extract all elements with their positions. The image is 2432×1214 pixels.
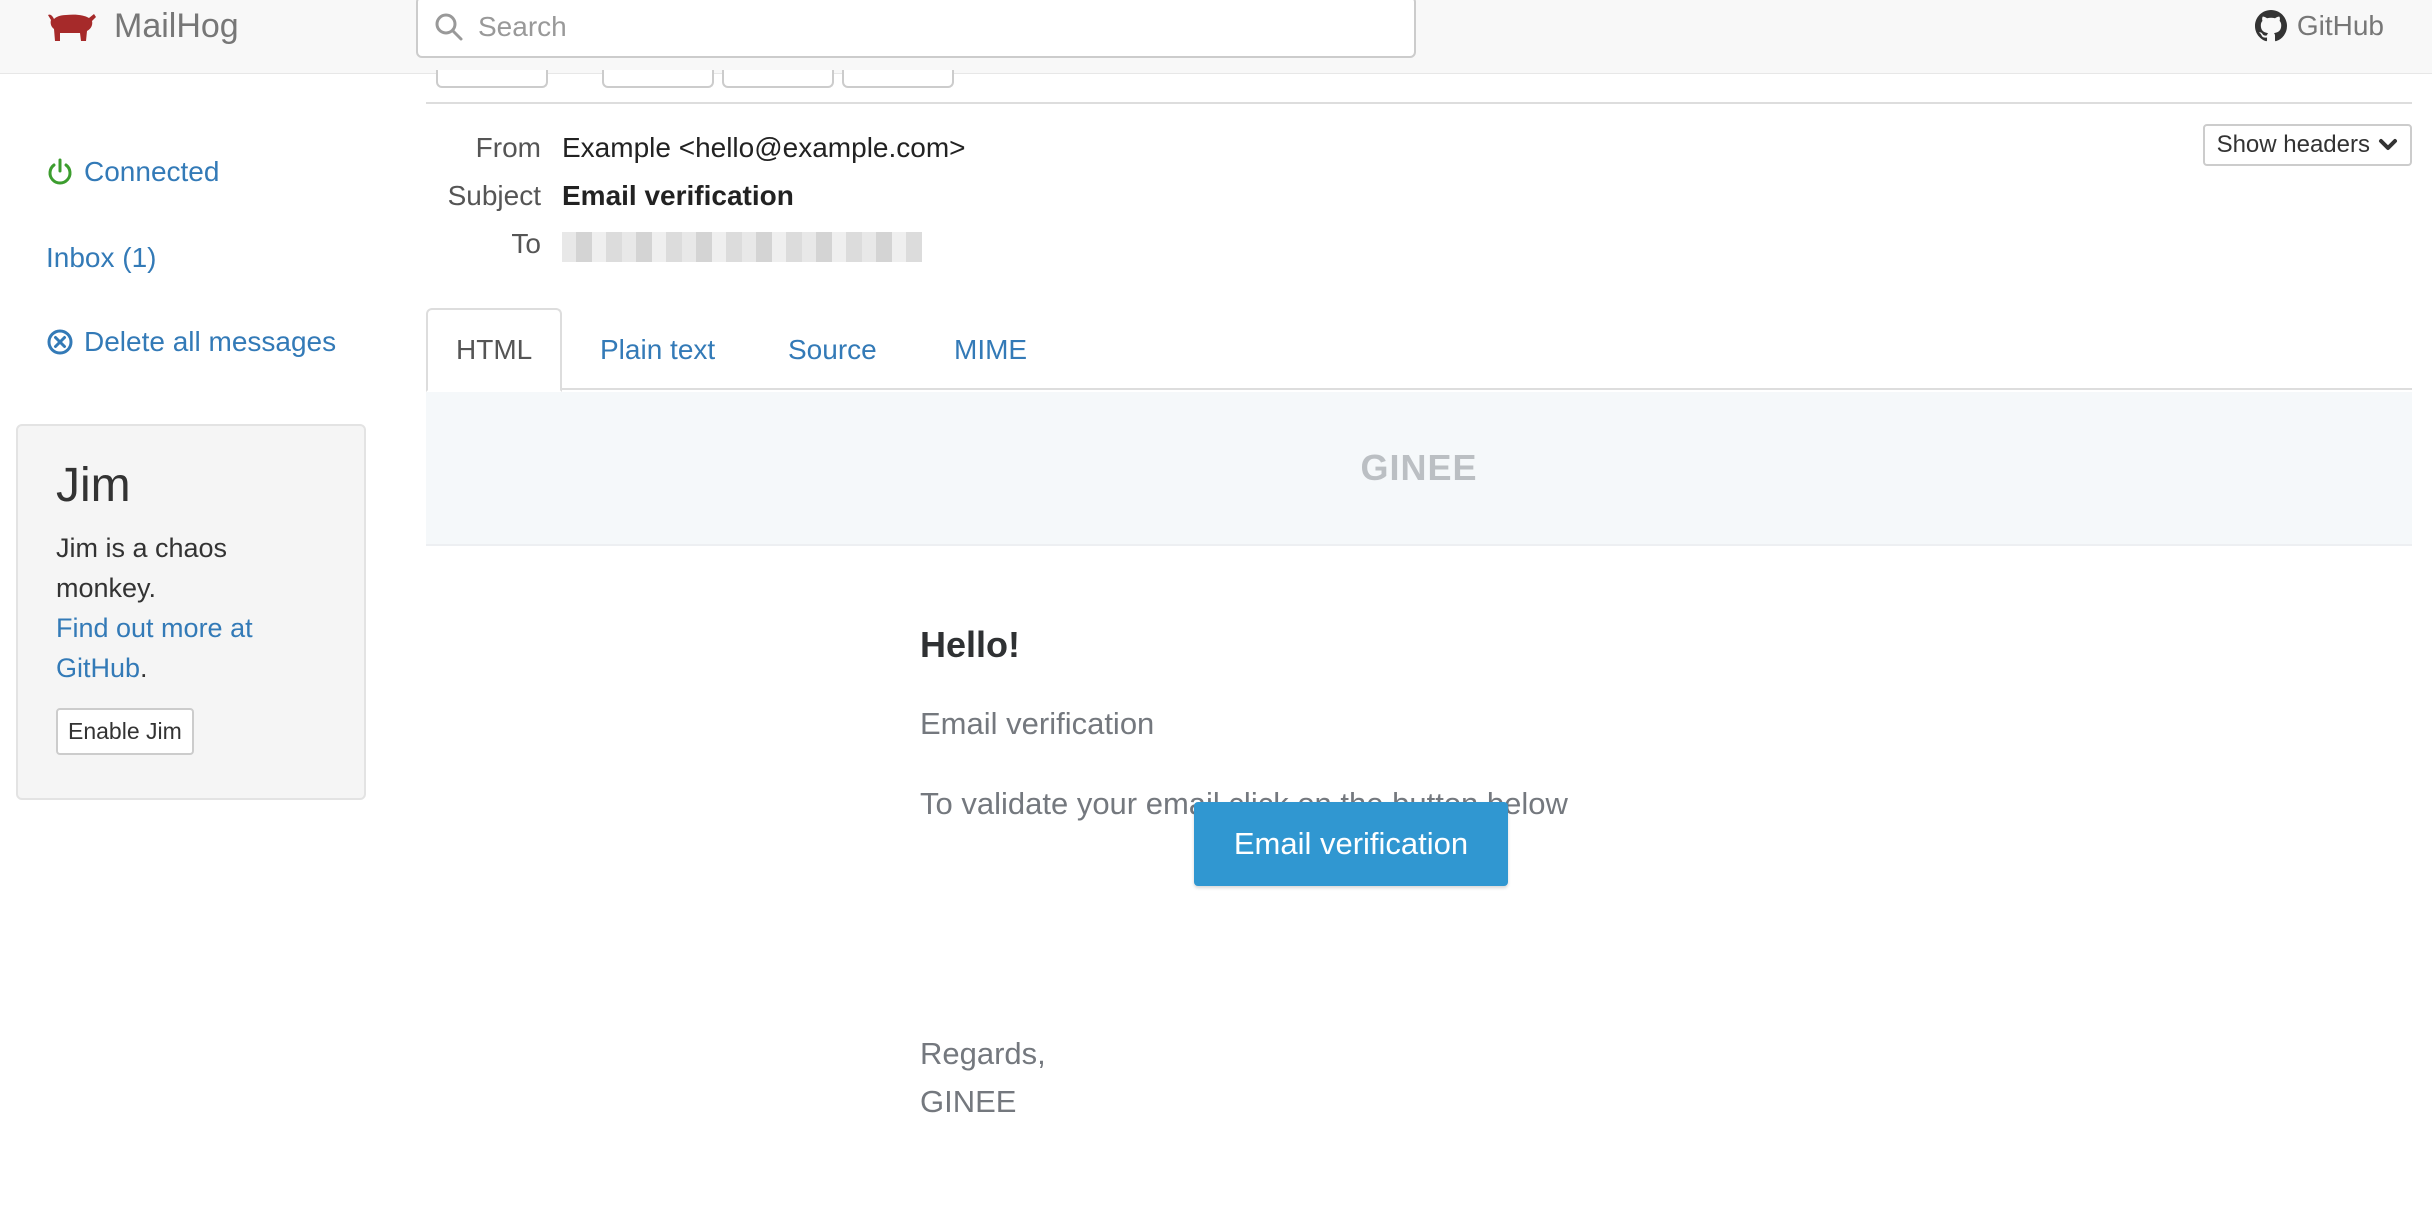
email-preview: GINEE Hello! Email verification To valid… (426, 392, 2412, 1119)
github-icon (2254, 10, 2287, 42)
header-from-row: From Example <hello@example.com> (426, 128, 1426, 168)
header-subject-row: Subject Email verification (426, 176, 1426, 216)
toolbar-button-release[interactable] (722, 70, 834, 88)
search-input[interactable] (478, 11, 1378, 43)
from-value: Example <hello@example.com> (562, 132, 966, 163)
email-verification-button[interactable]: Email verification (1194, 802, 1508, 886)
github-label: GitHub (2296, 10, 2384, 41)
search-box[interactable] (416, 0, 1416, 58)
toolbar-button-delete[interactable] (842, 70, 954, 88)
tab-source[interactable]: Source (760, 308, 905, 392)
jim-panel: Jim Jim is a chaos monkey. Find out more… (16, 424, 366, 800)
email-brand[interactable]: GINEE (1360, 447, 1477, 489)
to-label: To (511, 228, 541, 259)
subject-value: Email verification (562, 180, 794, 211)
message-toolbar (426, 70, 2412, 104)
header-to-row: To (426, 224, 1426, 264)
pig-logo-icon (48, 14, 96, 41)
toolbar-button-back[interactable] (436, 70, 548, 88)
remove-circle-icon (47, 329, 73, 355)
email-content: Hello! Email verification To validate yo… (920, 624, 1920, 822)
email-signature: GINEE (920, 1084, 1017, 1119)
tab-html[interactable]: HTML (426, 308, 563, 392)
email-header: GINEE (426, 392, 2412, 546)
delete-all-messages-link[interactable]: Delete all messages (46, 326, 336, 358)
brand-name: MailHog (114, 6, 239, 45)
jim-description: Jim is a chaos monkey. (56, 533, 228, 603)
inbox-label: Inbox (1) (46, 242, 157, 273)
show-headers-label: Show headers (2216, 131, 2370, 158)
delete-all-label: Delete all messages (84, 326, 337, 357)
jim-link-suffix: . (140, 653, 148, 683)
content-tabs: HTML Plain text Source MIME (426, 308, 2412, 392)
jim-title: Jim (56, 459, 131, 512)
jim-github-link[interactable]: Find out more at GitHub (56, 613, 253, 683)
toolbar-button-download[interactable] (602, 70, 714, 88)
redacted-recipient (562, 232, 922, 262)
top-navbar: MailHog GitHub (0, 0, 2432, 74)
tab-mime[interactable]: MIME (926, 308, 1055, 392)
power-icon (48, 158, 72, 185)
tab-plain-text[interactable]: Plain text (572, 308, 743, 392)
sidebar-item-inbox[interactable]: Inbox (1) (46, 242, 157, 274)
show-headers-button[interactable]: Show headers (2202, 124, 2412, 166)
sidebar: Connected Inbox (1) Delete all messages … (0, 74, 380, 1214)
email-greeting: Hello! (920, 624, 1021, 665)
jim-link-line: Find out more at GitHub. (56, 608, 326, 688)
subject-label: Subject (447, 180, 541, 211)
from-label: From (475, 132, 541, 163)
email-line-1: Email verification (920, 706, 1155, 741)
github-link[interactable]: GitHub (2254, 0, 2384, 52)
enable-jim-button[interactable]: Enable Jim (56, 708, 194, 755)
connected-label: Connected (84, 156, 220, 187)
brand-link[interactable]: MailHog (48, 0, 239, 52)
connected-status[interactable]: Connected (46, 156, 219, 188)
search-icon (435, 13, 463, 41)
email-regards: Regards, (920, 1036, 1046, 1071)
chevron-down-icon (2379, 139, 2397, 150)
email-signoff: Regards, GINEE (920, 1030, 1046, 1126)
